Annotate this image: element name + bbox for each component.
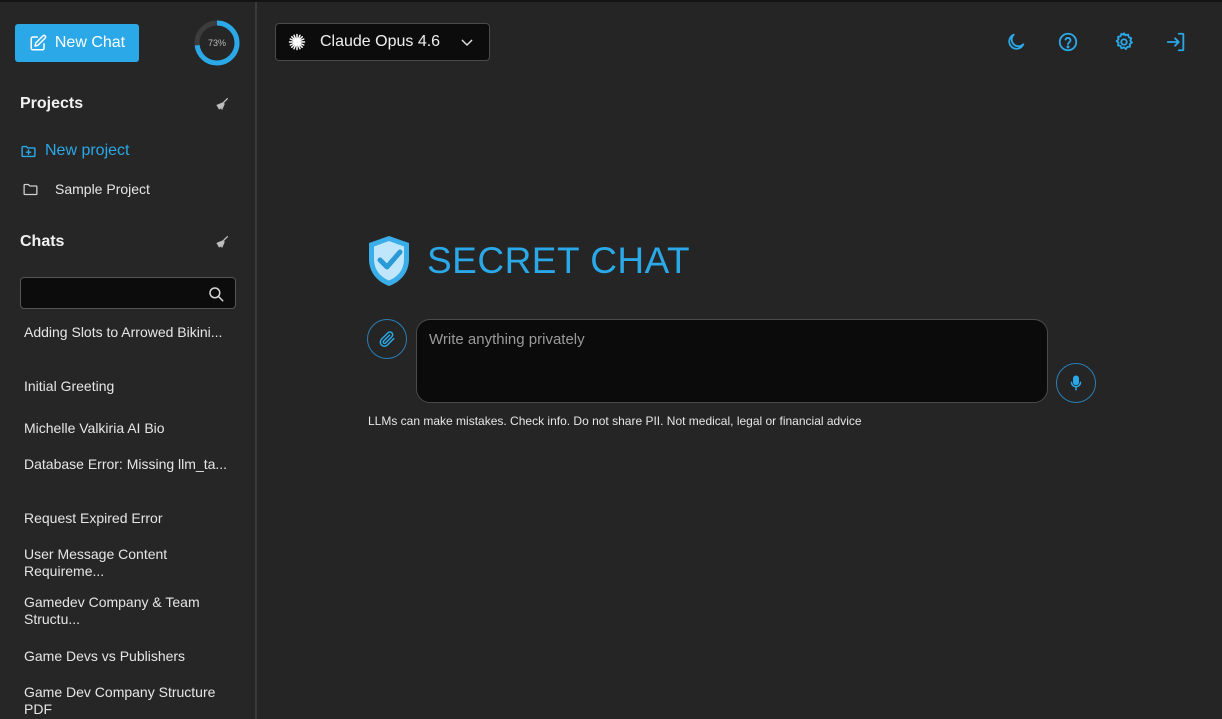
paperclip-icon bbox=[379, 331, 395, 347]
chats-header: Chats bbox=[20, 231, 230, 253]
projects-title: Projects bbox=[20, 95, 84, 112]
chat-list-item[interactable]: Initial Greeting bbox=[24, 378, 239, 395]
usage-ring: 73% bbox=[193, 19, 241, 67]
broom-icon[interactable] bbox=[214, 96, 230, 112]
chat-list-item[interactable]: Request Expired Error bbox=[24, 510, 239, 527]
edit-icon bbox=[30, 34, 47, 51]
chat-list-item[interactable]: Adding Slots to Arrowed Bikini... bbox=[24, 324, 239, 358]
brand-logo: SECRET CHAT bbox=[365, 233, 690, 289]
folder-icon bbox=[23, 183, 38, 195]
microphone-button[interactable] bbox=[1056, 363, 1096, 403]
new-chat-label: New Chat bbox=[54, 34, 126, 51]
attach-button[interactable] bbox=[367, 319, 407, 359]
chat-search-input[interactable] bbox=[21, 278, 201, 308]
model-name: Claude Opus 4.6 bbox=[320, 33, 441, 50]
microphone-icon bbox=[1070, 375, 1082, 391]
chat-list-item[interactable]: Gamedev Company & Team Structu... bbox=[24, 594, 239, 628]
new-project-label: New project bbox=[45, 142, 130, 159]
sidebar: New Chat 73% Projects New project Sample… bbox=[0, 2, 257, 719]
chat-list-item[interactable]: Game Devs vs Publishers bbox=[24, 648, 239, 665]
chat-list-item[interactable]: Game Dev Company Structure PDF bbox=[24, 684, 239, 718]
sparkle-icon bbox=[288, 33, 306, 51]
usage-percent-label: 73% bbox=[207, 38, 226, 48]
folder-plus-icon bbox=[21, 145, 36, 157]
project-name: Sample Project bbox=[55, 181, 150, 197]
chats-title: Chats bbox=[20, 233, 65, 250]
chat-list: Adding Slots to Arrowed Bikini... Initia… bbox=[24, 324, 239, 718]
chat-search-box bbox=[20, 277, 236, 309]
moon-icon[interactable] bbox=[1005, 31, 1027, 53]
model-selector[interactable]: Claude Opus 4.6 bbox=[275, 23, 490, 61]
chat-list-item[interactable]: Michelle Valkiria AI Bio bbox=[24, 420, 239, 437]
logout-icon[interactable] bbox=[1165, 31, 1187, 53]
message-composer bbox=[416, 319, 1048, 403]
chevron-down-icon bbox=[461, 39, 473, 46]
disclaimer-text: LLMs can make mistakes. Check info. Do n… bbox=[368, 414, 862, 428]
message-input[interactable] bbox=[417, 320, 1047, 402]
broom-icon[interactable] bbox=[214, 234, 230, 250]
new-project-button[interactable]: New project bbox=[20, 140, 129, 162]
brand-title: SECRET CHAT bbox=[427, 240, 691, 281]
help-icon[interactable] bbox=[1057, 31, 1079, 53]
projects-header: Projects bbox=[20, 93, 230, 115]
gear-icon[interactable] bbox=[1113, 31, 1135, 53]
project-item[interactable]: Sample Project bbox=[22, 178, 150, 200]
new-chat-button[interactable]: New Chat bbox=[15, 24, 139, 62]
chat-list-item[interactable]: Database Error: Missing llm_ta... bbox=[24, 456, 239, 490]
search-icon[interactable] bbox=[207, 285, 225, 303]
shield-check-icon bbox=[369, 236, 409, 286]
chat-list-item[interactable]: User Message Content Requireme... bbox=[24, 546, 239, 580]
